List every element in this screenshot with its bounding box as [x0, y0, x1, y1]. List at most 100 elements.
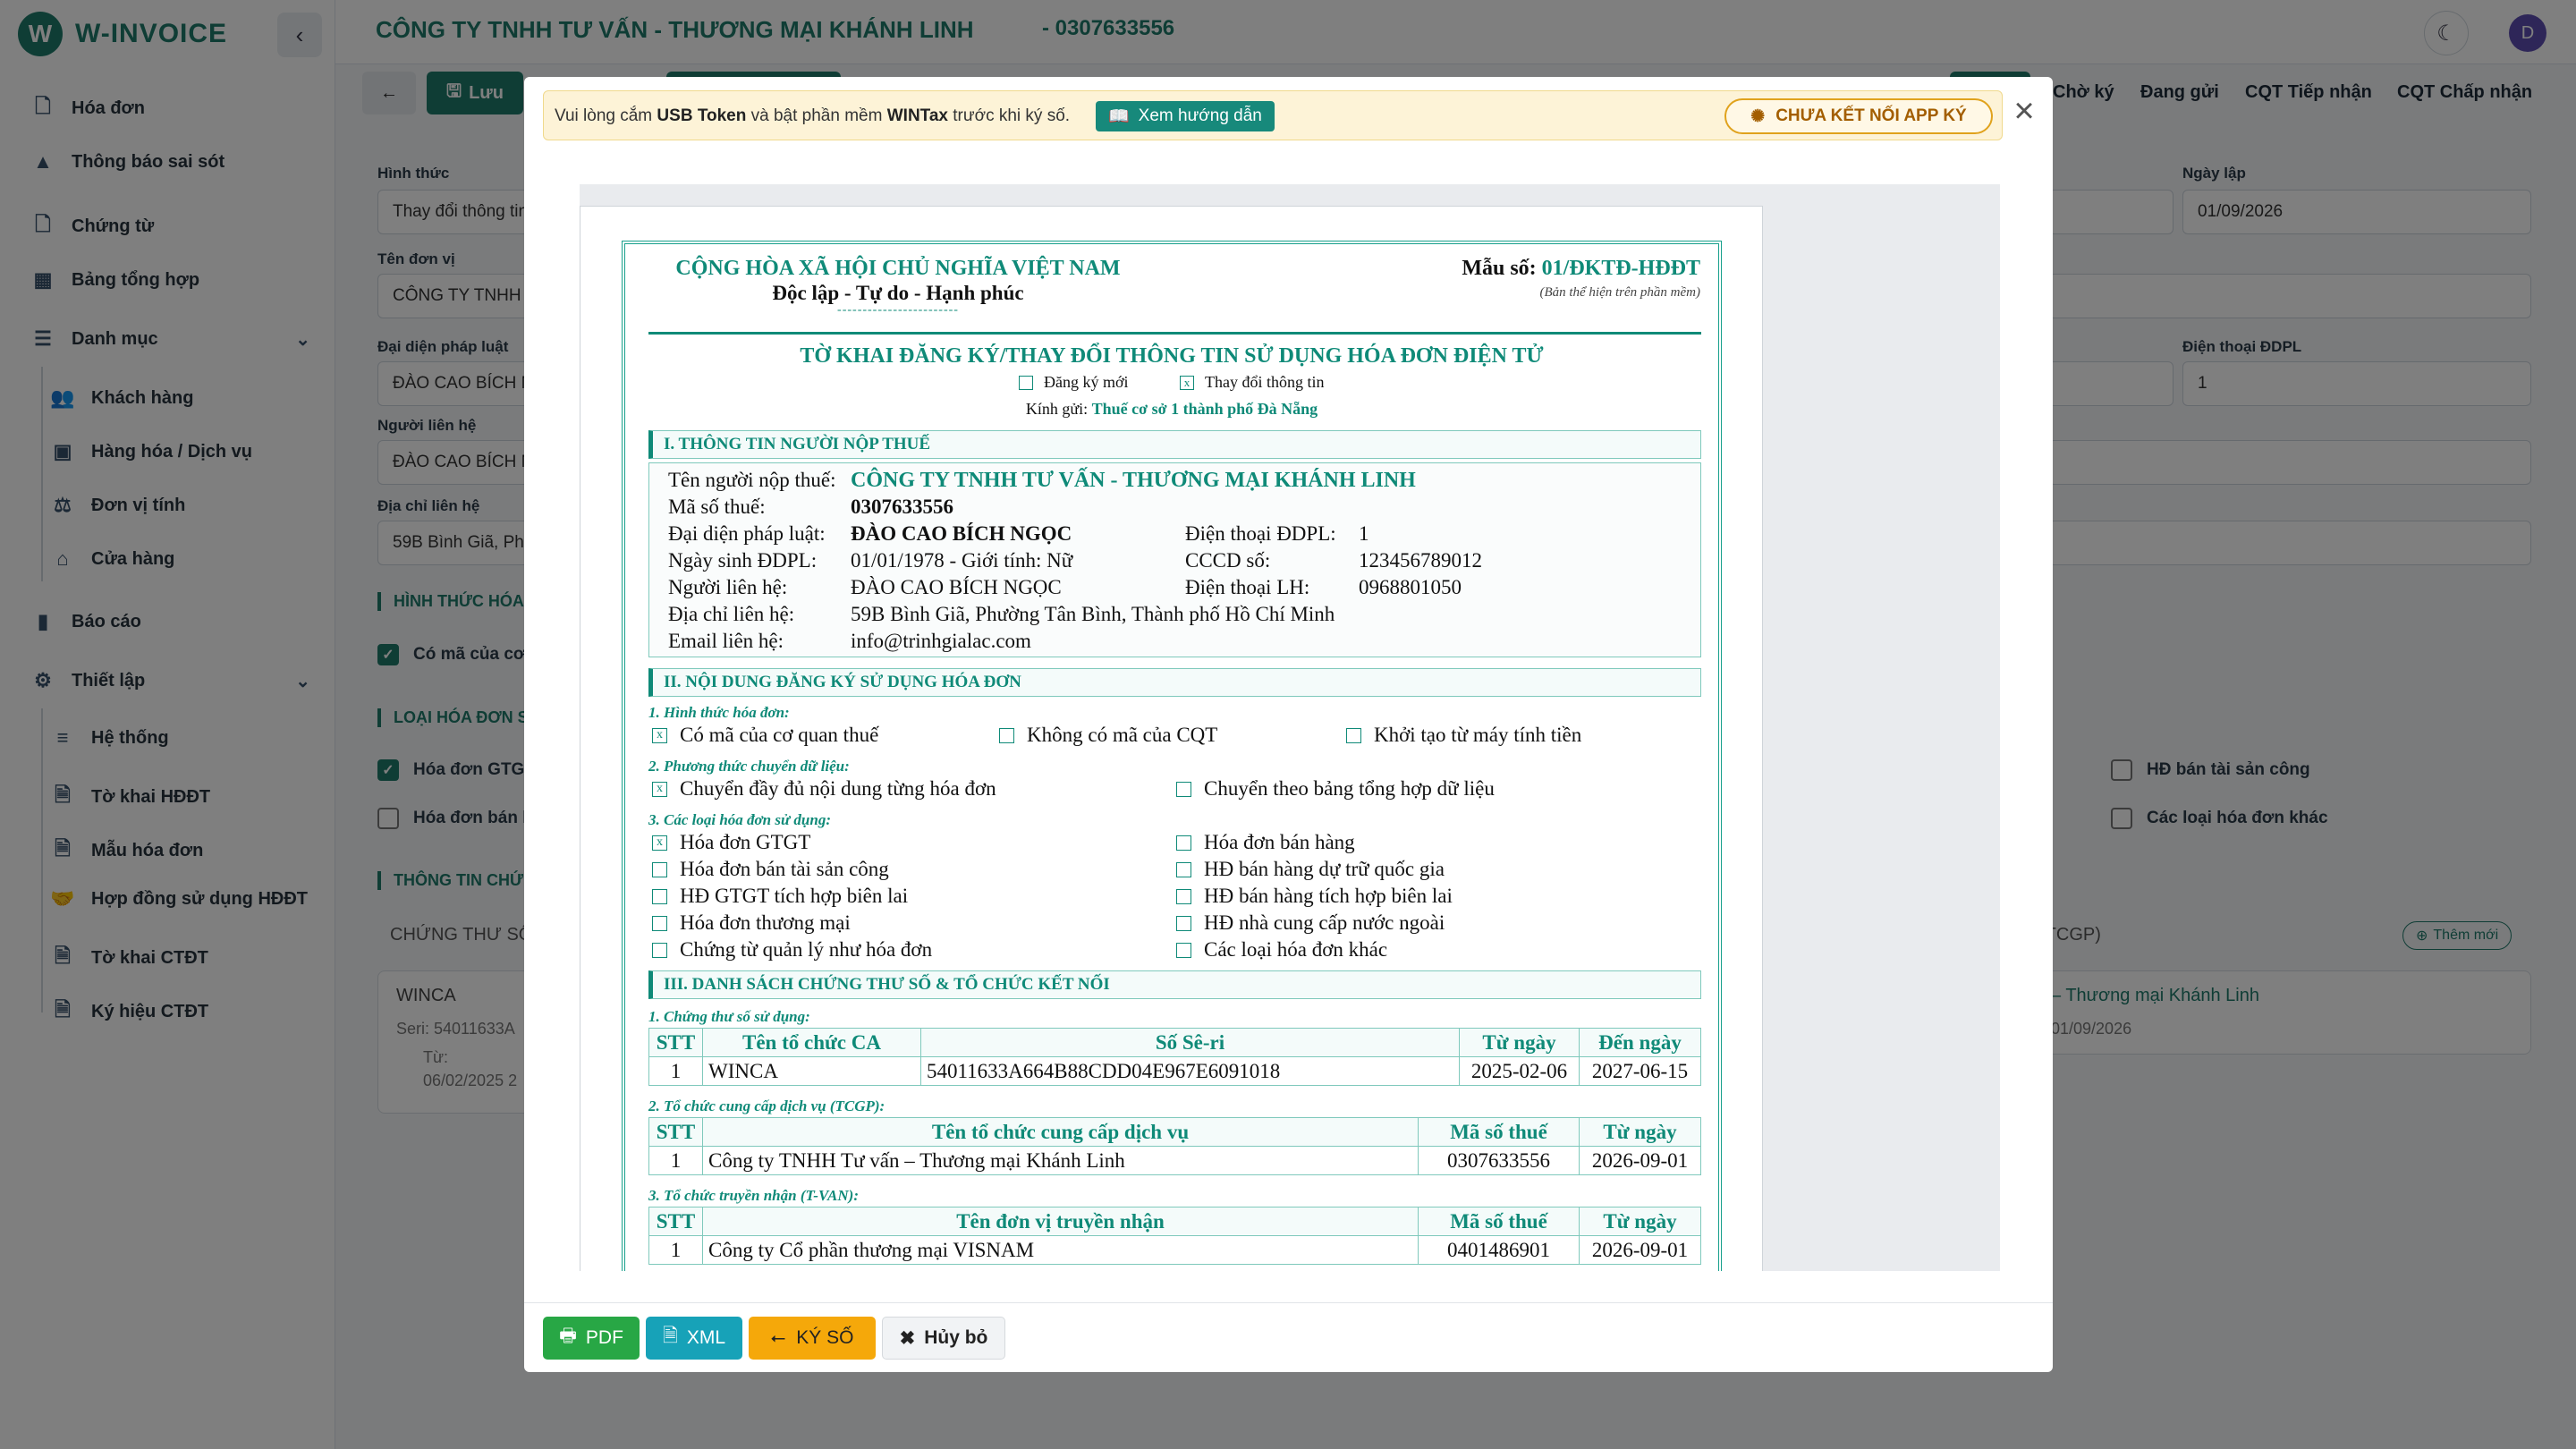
guide-button[interactable]: 📖 Xem hướng dẫn [1096, 101, 1275, 131]
check-icon: x [652, 781, 667, 797]
check-icon: x [652, 727, 667, 743]
pdf-label: PDF [585, 1327, 623, 1348]
form-number: Mẫu số: 01/ĐKTĐ-HĐĐT [1462, 257, 1700, 280]
address-label: Địa chỉ liên hệ: [668, 603, 795, 625]
rep-phone: 1 [1359, 522, 1369, 545]
cancel-button[interactable]: ✖ Hủy bỏ [882, 1317, 1005, 1360]
dob-value: 01/01/1978 - Giới tính: Nữ [851, 549, 1073, 572]
status-label: CHƯA KẾT NỐI APP KÝ [1775, 106, 1967, 125]
tvan-table: STT Tên đơn vị truyền nhận Mã số thuế Từ… [648, 1207, 1701, 1265]
dob-label: Ngày sinh ĐDPL: [668, 549, 818, 572]
document-page: CỘNG HÒA XÃ HỘI CHỦ NGHĨA VIỆT NAM Độc l… [580, 206, 1763, 1271]
taxpayer-name: CÔNG TY TNHH TƯ VẤN - THƯƠNG MẠI KHÁNH L… [851, 469, 1416, 492]
usb-token-warning: Vui lòng cắm USB Token và bật phần mềm W… [543, 90, 2003, 140]
cccd-value: 123456789012 [1359, 549, 1482, 572]
checkbox-box [1346, 727, 1361, 743]
opt-new-checkbox: Đăng ký mới [1019, 373, 1129, 392]
tax-code: 0307633556 [851, 496, 953, 518]
document-viewer[interactable]: CỘNG HÒA XÃ HỘI CHỦ NGHĨA VIỆT NAM Độc l… [580, 184, 2000, 1271]
address-value: 59B Bình Giã, Phường Tân Bình, Thành phố… [851, 603, 1335, 625]
book-icon: 📖 [1108, 107, 1130, 126]
cert-table: STT Tên tổ chức CA Số Sê-ri Từ ngày Đến … [648, 1028, 1701, 1086]
xml-label: XML [686, 1327, 726, 1348]
rep-name: ĐÀO CAO BÍCH NGỌC [851, 522, 1072, 545]
contact-phone-label: Điện thoại LH: [1185, 576, 1310, 598]
check-icon: x [652, 835, 667, 851]
sign-preview-modal: Vui lòng cắm USB Token và bật phần mềm W… [524, 77, 2053, 1372]
motto-underline: ------------------------ [837, 303, 959, 317]
transfer-opt-full: x Chuyển đầy đủ nội dung từng hóa đơn [652, 777, 996, 801]
checkbox-box [1176, 888, 1191, 904]
checkbox-box [1019, 375, 1033, 390]
contact-name: ĐÀO CAO BÍCH NGỌC [851, 576, 1062, 598]
modal-footer: 🖶 PDF 🗎 XML ⭠ KÝ SỐ ✖ Hủy bỏ [524, 1302, 2053, 1372]
email-value: info@trinhgialac.com [851, 630, 1031, 652]
file-code-icon: 🗎 [662, 1325, 678, 1346]
section-certificates: III. DANH SÁCH CHỨNG THƯ SỐ & TỔ CHỨC KẾ… [648, 970, 1701, 999]
close-icon: × [2013, 91, 2035, 131]
type-gtgt-bien-lai: HĐ GTGT tích hợp biên lai [652, 885, 908, 908]
tcgp-table: STT Tên tổ chức cung cấp dịch vụ Mã số t… [648, 1117, 1701, 1175]
type-khac: Các loại hóa đơn khác [1176, 938, 1387, 962]
sub-invoice-form: 1. Hình thức hóa đơn: [648, 704, 790, 721]
checkbox-box [652, 861, 667, 877]
transfer-opt-summary: Chuyển theo bảng tổng hợp dữ liệu [1176, 777, 1495, 801]
sign-label: KÝ SỐ [796, 1327, 854, 1348]
contact-phone: 0968801050 [1359, 576, 1462, 598]
sub-cert: 1. Chứng thư số sử dụng: [648, 1008, 810, 1025]
sign-button[interactable]: ⭠ KÝ SỐ [749, 1317, 876, 1360]
sub-types: 3. Các loại hóa đơn sử dụng: [648, 811, 831, 828]
table-row: 1 Công ty TNHH Tư vấn – Thương mại Khánh… [648, 1146, 1701, 1175]
rep-phone-label: Điện thoại ĐDPL: [1185, 522, 1336, 545]
section-taxpayer: I. THÔNG TIN NGƯỜI NỘP THUẾ [648, 430, 1701, 459]
checkbox-box [652, 942, 667, 958]
type-du-tru-quoc-gia: HĐ bán hàng dự trữ quốc gia [1176, 858, 1445, 881]
type-ban-hang-bien-lai: HĐ bán hàng tích hợp biên lai [1176, 885, 1453, 908]
sub-transfer: 2. Phương thức chuyển dữ liệu: [648, 758, 850, 775]
type-thuong-mai: Hóa đơn thương mại [652, 911, 851, 935]
table-header-row: STT Tên tổ chức CA Số Sê-ri Từ ngày Đến … [648, 1028, 1701, 1057]
rep-label: Đại diện pháp luật: [668, 522, 826, 545]
table-row: 1 WINCA 54011633A664B88CDD04E967E6091018… [648, 1056, 1701, 1086]
form-note: (Bản thể hiện trên phần mềm) [1539, 285, 1700, 300]
checkbox-box [1176, 781, 1191, 797]
cccd-label: CCCD số: [1185, 549, 1271, 572]
type-nuoc-ngoai: HĐ nhà cung cấp nước ngoài [1176, 911, 1445, 935]
sub-tcgp: 2. Tổ chức cung cấp dịch vụ (TCGP): [648, 1097, 886, 1114]
table-header-row: STT Tên tổ chức cung cấp dịch vụ Mã số t… [648, 1117, 1701, 1147]
xml-button[interactable]: 🗎 XML [646, 1317, 742, 1360]
header-divider [648, 332, 1701, 335]
checkbox-box [1176, 861, 1191, 877]
cancel-label: Hủy bỏ [924, 1327, 988, 1348]
tax-code-label: Mã số thuế: [668, 496, 766, 518]
close-circle-icon: ✖ [899, 1327, 916, 1349]
sub-tvan: 3. Tổ chức truyền nhận (T-VAN): [648, 1187, 859, 1204]
printer-icon: 🖶 [559, 1325, 577, 1346]
form-opt-khong-ma: Không có mã của CQT [999, 724, 1217, 747]
usb-icon: ⭠ [770, 1327, 786, 1348]
checkbox-box [652, 888, 667, 904]
checkbox-box [999, 727, 1014, 743]
kinh-gui: Kính gửi: Thuế cơ sở 1 thành phố Đà Nẵng [1025, 400, 1318, 418]
sign-app-status-badge: ✺ CHƯA KẾT NỐI APP KÝ [1724, 98, 1993, 134]
form-opt-co-ma: x Có mã của cơ quan thuế [652, 724, 878, 747]
checkbox-box [1176, 915, 1191, 931]
section-invoice-usage: II. NỘI DUNG ĐĂNG KÝ SỬ DỤNG HÓA ĐƠN [648, 668, 1701, 697]
warning-text: Vui lòng cắm USB Token và bật phần mềm W… [555, 106, 1071, 125]
email-label: Email liên hệ: [668, 630, 784, 652]
form-opt-may-tinh-tien: Khởi tạo từ máy tính tiền [1346, 724, 1581, 747]
pdf-button[interactable]: 🖶 PDF [543, 1317, 640, 1360]
table-row: 1 Công ty Cổ phần thương mại VISNAM 0401… [648, 1235, 1701, 1265]
spinner-icon: ✺ [1750, 106, 1766, 126]
type-chung-tu: Chứng từ quản lý như hóa đơn [652, 938, 932, 962]
nation-heading: CỘNG HÒA XÃ HỘI CHỦ NGHĨA VIỆT NAM [675, 257, 1121, 280]
guide-label: Xem hướng dẫn [1138, 106, 1262, 125]
close-button[interactable]: × [2004, 91, 2044, 131]
type-tai-san-cong: Hóa đơn bán tài sản công [652, 858, 889, 881]
check-icon: x [1180, 375, 1194, 390]
opt-change-checkbox: x Thay đổi thông tin [1180, 373, 1325, 392]
type-gtgt: x Hóa đơn GTGT [652, 831, 810, 854]
checkbox-box [652, 915, 667, 931]
checkbox-box [1176, 835, 1191, 851]
contact-label: Người liên hệ: [668, 576, 788, 598]
